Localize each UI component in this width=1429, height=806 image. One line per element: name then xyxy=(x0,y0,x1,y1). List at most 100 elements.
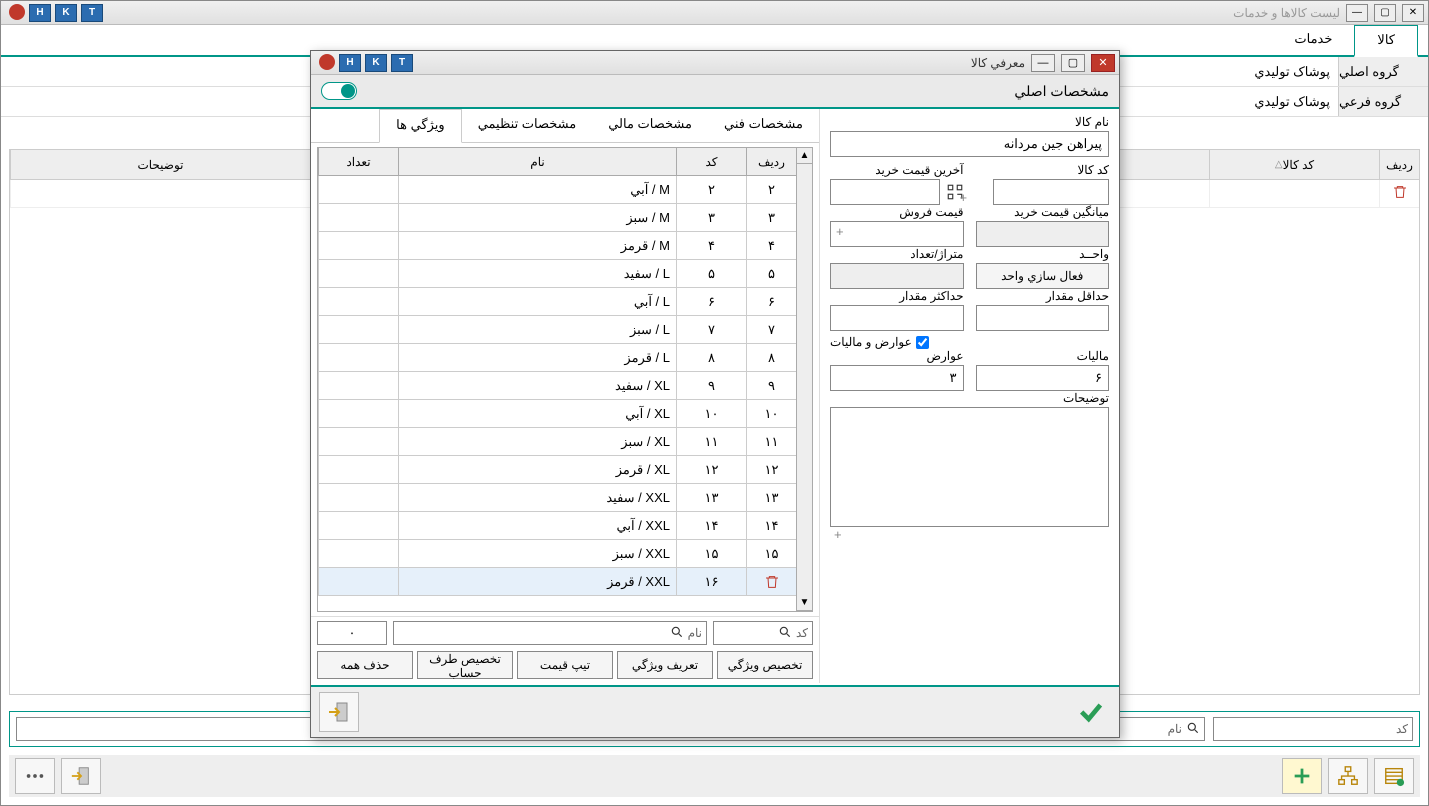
spec-col-code[interactable]: كد xyxy=(676,148,746,175)
exit-main-button[interactable] xyxy=(61,758,101,794)
spec-row[interactable]: ۴۴M / قرمز xyxy=(318,232,796,260)
spec-row[interactable]: ۳۳M / سبز xyxy=(318,204,796,232)
tab-kala[interactable]: کالا xyxy=(1354,25,1418,57)
modal-titlebar: H K T معرفي کالا — ▢ ✕ xyxy=(311,51,1119,75)
window-title: ليست كالاها و خدمات xyxy=(1233,6,1340,20)
min-input[interactable] xyxy=(976,305,1110,331)
spec-row[interactable]: ۱۱۱۱XL / سبز xyxy=(318,428,796,456)
tab-fani[interactable]: مشخصات فني xyxy=(708,109,819,142)
specs-bottom: كد نام ۰ تخصيص ويژگي تعريف ويژگ xyxy=(311,616,819,683)
search-code-input[interactable] xyxy=(1272,722,1392,737)
code-plus[interactable]: + xyxy=(956,190,968,205)
col-radif[interactable]: رديف xyxy=(1379,150,1419,179)
col-code[interactable]: كد کالا △ xyxy=(1209,150,1379,179)
spec-col-name[interactable]: نام xyxy=(398,148,676,175)
spec-col-radif[interactable]: رديف xyxy=(746,148,796,175)
sell-plus[interactable]: + xyxy=(836,224,844,239)
modal-maximize[interactable]: ▢ xyxy=(1061,54,1085,72)
specs-scrollbar[interactable]: ▲ ▼ xyxy=(796,148,812,611)
desc-label: توضيحات xyxy=(830,391,1109,405)
tab-vijegi[interactable]: ويژگي ها xyxy=(379,109,462,143)
spec-row[interactable]: ۶۶L / آبي xyxy=(318,288,796,316)
spec-row[interactable]: ۲۲M / آبي xyxy=(318,176,796,204)
sell-price-input[interactable] xyxy=(830,221,964,247)
spec-search-code-input[interactable] xyxy=(734,626,774,641)
desc-input[interactable] xyxy=(830,407,1109,527)
k-button[interactable]: K xyxy=(55,4,77,22)
tab-tanzimi[interactable]: مشخصات تنظيمي xyxy=(462,109,593,142)
last-buy-input[interactable] xyxy=(830,179,940,205)
avarez-input[interactable] xyxy=(830,365,964,391)
name-input[interactable] xyxy=(830,131,1109,157)
delete-all-button[interactable]: حذف همه xyxy=(317,651,413,679)
search-code[interactable]: كد xyxy=(1213,717,1413,741)
tree-button[interactable] xyxy=(1328,758,1368,794)
spec-row[interactable]: ۱۲۱۲XL / قرمز xyxy=(318,456,796,484)
spec-row[interactable]: ۱۰۱۰XL / آبي xyxy=(318,400,796,428)
spec-row[interactable]: ۷۷L / سبز xyxy=(318,316,796,344)
tax-checkbox-row[interactable]: عوارض و ماليات xyxy=(830,335,1109,349)
hkt-buttons-main: H K T xyxy=(5,4,103,22)
spec-row[interactable]: ۸۸L / قرمز xyxy=(318,344,796,372)
unit-button[interactable]: فعال سازي واحد xyxy=(976,263,1110,289)
code-input[interactable] xyxy=(993,179,1109,205)
avarez-label: عوارض xyxy=(830,349,964,363)
spec-col-qty[interactable]: تعداد xyxy=(318,148,398,175)
tab-mali[interactable]: مشخصات مالي xyxy=(592,109,708,142)
sell-price-label: قيمت فروش xyxy=(830,205,964,219)
define-feature-button[interactable]: تعريف ويژگي xyxy=(617,651,713,679)
assign-account-button[interactable]: تخصيص طرف حساب xyxy=(417,651,513,679)
unit-label: واحــد xyxy=(976,247,1110,261)
main-spec-label: مشخصات اصلي xyxy=(1014,83,1109,100)
maximize-button[interactable]: ▢ xyxy=(1374,4,1396,22)
confirm-button[interactable] xyxy=(1071,692,1111,732)
desc-plus[interactable]: + xyxy=(830,527,1109,542)
search-icon xyxy=(1186,721,1200,738)
more-button[interactable] xyxy=(15,758,55,794)
specs-panel: مشخصات فني مشخصات مالي مشخصات تنظيمي ويژ… xyxy=(311,109,819,683)
spec-row[interactable]: ۵۵L / سفيد xyxy=(318,260,796,288)
tax-checkbox-label: عوارض و ماليات xyxy=(830,335,912,349)
modal-minimize[interactable]: — xyxy=(1031,54,1055,72)
metraj-input xyxy=(830,263,964,289)
search-name-label: نام xyxy=(1168,722,1182,736)
spec-row[interactable]: ۹۹XL / سفيد xyxy=(318,372,796,400)
k-button-modal[interactable]: K xyxy=(365,54,387,72)
tax-input[interactable] xyxy=(976,365,1110,391)
tab-khadamat[interactable]: خدمات xyxy=(1272,25,1354,55)
spec-row[interactable]: ۱۶XXL / قرمز xyxy=(318,568,796,596)
h-button[interactable]: H xyxy=(29,4,51,22)
spec-row[interactable]: ۱۵۱۵XXL / سبز xyxy=(318,540,796,568)
modal-top-strip: مشخصات اصلي xyxy=(311,75,1119,109)
t-button-modal[interactable]: T xyxy=(391,54,413,72)
form-panel: نام کالا كد کالا + آخرين قيمت خريد xyxy=(819,109,1119,683)
tax-checkbox[interactable] xyxy=(916,336,929,349)
h-button-modal[interactable]: H xyxy=(339,54,361,72)
modal-title: معرفي کالا xyxy=(971,56,1025,70)
modal-close[interactable]: ✕ xyxy=(1091,54,1115,72)
list-button[interactable] xyxy=(1374,758,1414,794)
metraj-label: متراژ/تعداد xyxy=(830,247,964,261)
exit-modal-button[interactable] xyxy=(319,692,359,732)
last-buy-label: آخرين قيمت خريد xyxy=(830,163,964,177)
spec-row[interactable]: ۱۴۱۴XXL / آبي xyxy=(318,512,796,540)
max-input[interactable] xyxy=(830,305,964,331)
close-button[interactable]: ✕ xyxy=(1402,4,1424,22)
trash-icon[interactable] xyxy=(764,574,780,590)
scroll-up-icon[interactable]: ▲ xyxy=(797,148,812,164)
t-button[interactable]: T xyxy=(81,4,103,22)
trash-icon[interactable] xyxy=(1392,184,1408,203)
active-toggle[interactable] xyxy=(321,82,357,100)
add-button[interactable] xyxy=(1282,758,1322,794)
spec-search-code-label: كد xyxy=(796,626,808,640)
spec-row[interactable]: ۱۳۱۳XXL / سفيد xyxy=(318,484,796,512)
price-type-button[interactable]: تيپ قيمت xyxy=(517,651,613,679)
scroll-down-icon[interactable]: ▼ xyxy=(797,595,812,611)
product-modal: H K T معرفي کالا — ▢ ✕ مشخصات اصلي نام ک… xyxy=(310,50,1120,738)
code-label: كد کالا xyxy=(976,163,1110,177)
minimize-button[interactable]: — xyxy=(1346,4,1368,22)
spec-qty-zero: ۰ xyxy=(349,625,356,641)
assign-feature-button[interactable]: تخصيص ويژگي xyxy=(717,651,813,679)
spec-search-name-input[interactable] xyxy=(398,626,666,641)
col-desc[interactable]: توضيحات xyxy=(10,150,310,179)
